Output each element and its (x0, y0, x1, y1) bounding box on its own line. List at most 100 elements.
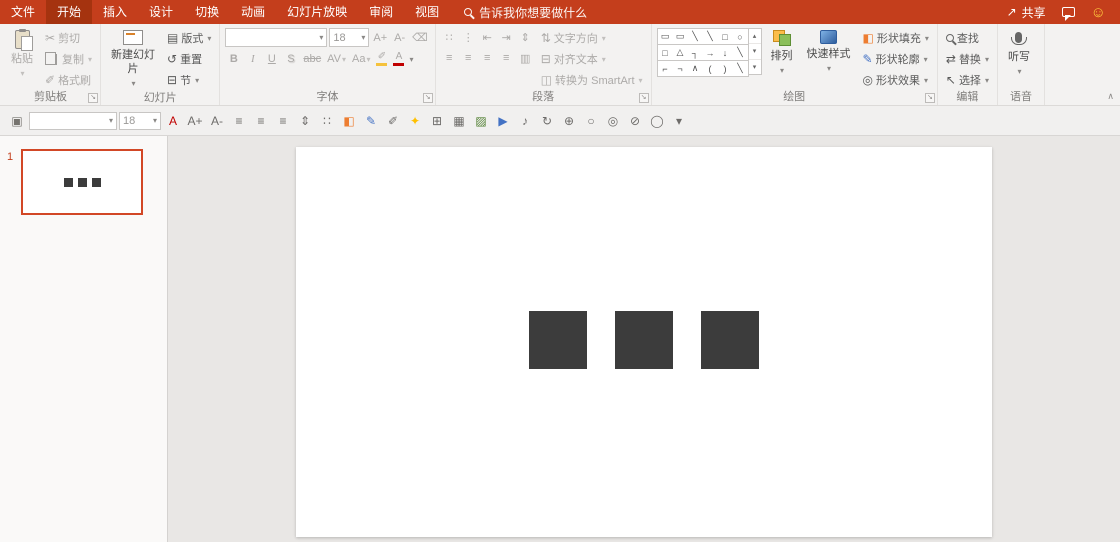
shape-icon[interactable]: □ (658, 45, 673, 60)
decrease-indent-button[interactable]: ⇤ (479, 28, 496, 46)
square-shape-1[interactable] (529, 311, 587, 369)
collapse-ribbon-button[interactable]: ∧ (1107, 91, 1114, 102)
tab-design[interactable]: 设计 (138, 0, 184, 24)
shape-fill-button[interactable]: ◧ 形状填充 ▾ (860, 28, 932, 48)
format-painter-button[interactable]: ✐ 格式刷 (42, 70, 95, 90)
format-painter-icon[interactable]: ✐ (383, 111, 403, 131)
shape-icon[interactable]: ╲ (733, 45, 748, 60)
dialog-launcher-icon[interactable]: ↘ (925, 93, 935, 103)
font-color-button[interactable]: A (391, 50, 406, 68)
hyperlink-icon[interactable]: ⊕ (559, 111, 579, 131)
paste-button[interactable]: 粘贴 ▾ (6, 28, 38, 81)
shape-icon[interactable]: ╲ (688, 29, 703, 44)
gallery-more-icon[interactable]: ▾ (749, 60, 761, 74)
tab-view[interactable]: 视图 (404, 0, 450, 24)
character-spacing-button[interactable]: AV ▾ (325, 50, 348, 68)
dictate-button[interactable]: 听写 ▾ (1003, 28, 1035, 79)
decrease-font-icon[interactable]: A- (207, 111, 227, 131)
select-button[interactable]: ↖ 选择 ▾ (943, 70, 992, 90)
numbering-button[interactable]: ⋮ (460, 28, 477, 46)
line-spacing-button[interactable]: ⇕ (517, 28, 534, 46)
align-center-icon[interactable]: ≡ (251, 111, 271, 131)
shape-icon[interactable]: ╲ (733, 61, 748, 76)
square-shape-2[interactable] (615, 311, 673, 369)
find-button[interactable]: 查找 (943, 28, 992, 48)
tab-animations[interactable]: 动画 (230, 0, 276, 24)
underline-button[interactable]: U (263, 50, 280, 68)
shape-icon[interactable]: → (703, 45, 718, 60)
layout-button[interactable]: ▤ 版式 ▾ (164, 28, 214, 48)
replace-button[interactable]: ⇄ 替换 ▾ (943, 49, 992, 69)
shape-icon[interactable]: ┐ (688, 45, 703, 60)
quick-style-icon[interactable]: ✦ (405, 111, 425, 131)
shape-outline-button[interactable]: ✎ 形状轮廓 ▾ (860, 49, 932, 69)
align-right-button[interactable]: ≡ (479, 49, 496, 67)
new-slide-button[interactable]: 新建幻灯片 ▾ (106, 28, 160, 91)
copy-button[interactable]: 复制 ▾ (42, 49, 95, 69)
oval-icon[interactable]: ○ (581, 111, 601, 131)
dialog-launcher-icon[interactable]: ↘ (639, 93, 649, 103)
shape-effects-button[interactable]: ◎ 形状效果 ▾ (860, 70, 932, 90)
shape-icon[interactable]: ↓ (718, 45, 733, 60)
tab-transitions[interactable]: 切换 (184, 0, 230, 24)
shape-fill-icon[interactable]: ◧ (339, 111, 359, 131)
picture-icon[interactable]: ▨ (471, 111, 491, 131)
columns-button[interactable]: ▥ (517, 49, 534, 67)
change-case-button[interactable]: Aa ▾ (350, 50, 372, 68)
increase-font-icon[interactable]: A+ (185, 111, 205, 131)
scroll-up-icon[interactable]: ▴ (749, 29, 761, 44)
shape-icon[interactable]: △ (673, 45, 688, 60)
shape-icon[interactable]: ╲ (703, 29, 718, 44)
table-icon[interactable]: ▦ (449, 111, 469, 131)
tell-me-search[interactable]: 告诉我你想要做什么 (464, 4, 587, 21)
shape-icon[interactable]: ( (703, 61, 718, 76)
shape-icon[interactable]: □ (718, 29, 733, 44)
dialog-launcher-icon[interactable]: ↘ (88, 93, 98, 103)
no-fill-icon[interactable]: ⊘ (625, 111, 645, 131)
bold-button[interactable]: B (225, 50, 242, 68)
increase-indent-button[interactable]: ⇥ (498, 28, 515, 46)
shape-outline-icon[interactable]: ✎ (361, 111, 381, 131)
toolbar-font-size-select[interactable]: 18 ▾ (119, 112, 161, 130)
rotate-icon[interactable]: ↻ (537, 111, 557, 131)
shape-icon[interactable]: ) (718, 61, 733, 76)
dialog-launcher-icon[interactable]: ↘ (423, 93, 433, 103)
toolbar-font-name-select[interactable]: ▾ (29, 112, 117, 130)
sound-icon[interactable]: ♪ (515, 111, 535, 131)
strikethrough-button[interactable]: abc (301, 50, 323, 68)
decrease-font-size-button[interactable]: A- (391, 29, 408, 47)
align-right-icon[interactable]: ≡ (273, 111, 293, 131)
font-size-select[interactable]: 18 ▾ (329, 28, 369, 47)
more-options-icon[interactable]: ▾ (669, 111, 689, 131)
font-name-select[interactable]: ▾ (225, 28, 327, 47)
reset-button[interactable]: ↺ 重置 (164, 49, 214, 69)
align-left-icon[interactable]: ≡ (229, 111, 249, 131)
highlight-color-button[interactable]: ✐ (374, 50, 389, 68)
shape-icon[interactable]: ¬ (673, 61, 688, 76)
text-direction-button[interactable]: ⇅ 文字方向 ▾ (538, 28, 646, 48)
align-center-button[interactable]: ≡ (460, 49, 477, 67)
share-button[interactable]: ↗ 共享 (1007, 4, 1046, 21)
tab-slideshow[interactable]: 幻灯片放映 (276, 0, 358, 24)
tab-home[interactable]: 开始 (46, 0, 92, 24)
justify-button[interactable]: ≡ (498, 49, 515, 67)
text-shadow-button[interactable]: S (282, 50, 299, 68)
arrange-button[interactable]: 排列 ▾ (766, 28, 798, 78)
shapes-gallery-scrollbar[interactable]: ▴ ▾ ▾ (749, 28, 762, 75)
ring-icon[interactable]: ◎ (603, 111, 623, 131)
feedback-smiley-icon[interactable]: ☺ (1091, 5, 1106, 20)
shape-icon[interactable]: ⌐ (658, 61, 673, 76)
slide-pane-icon[interactable]: ▣ (7, 111, 27, 131)
copy-icon[interactable]: ⊞ (427, 111, 447, 131)
shape-icon[interactable]: ∧ (688, 61, 703, 76)
shape-icon[interactable]: ▭ (673, 29, 688, 44)
italic-button[interactable]: I (244, 50, 261, 68)
align-left-button[interactable]: ≡ (441, 49, 458, 67)
section-button[interactable]: ⊟ 节 ▾ (164, 70, 214, 90)
line-spacing-icon[interactable]: ⇕ (295, 111, 315, 131)
tab-file[interactable]: 文件 (0, 0, 46, 24)
slide-thumbnail-panel[interactable]: 1 (0, 136, 168, 542)
square-shape-3[interactable] (701, 311, 759, 369)
tab-review[interactable]: 审阅 (358, 0, 404, 24)
circle-icon[interactable]: ◯ (647, 111, 667, 131)
